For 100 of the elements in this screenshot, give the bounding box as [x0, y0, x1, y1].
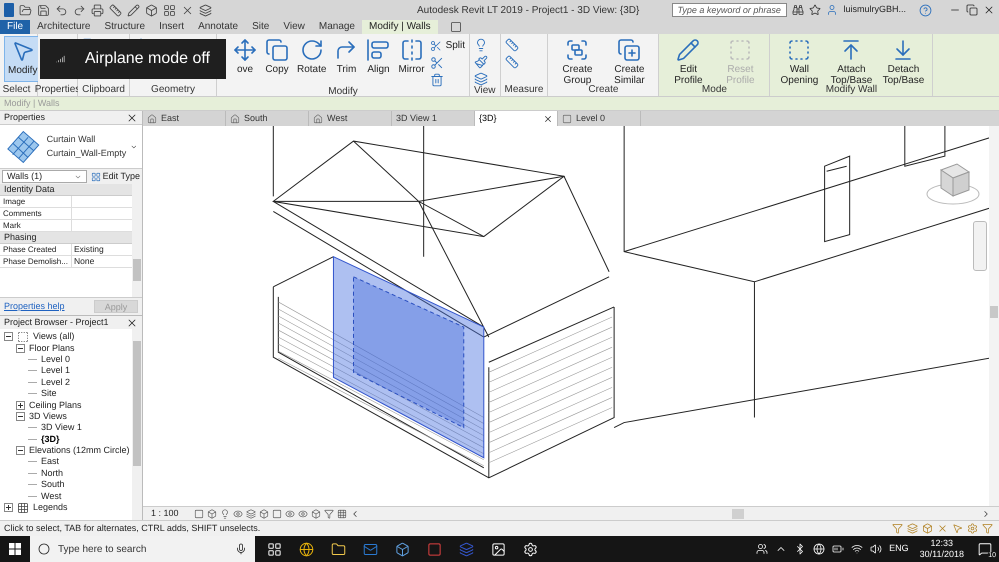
ribbon-tab[interactable]: Manage — [312, 20, 362, 34]
house-icon — [230, 114, 240, 124]
tree-item[interactable]: West — [41, 492, 62, 501]
collapse-icon[interactable] — [16, 446, 25, 456]
property-label: Phase Demolish... — [3, 256, 68, 268]
ribbon-tab[interactable]: File — [0, 20, 30, 34]
legend-icon — [17, 502, 29, 514]
ribbon-button[interactable]: Align — [363, 36, 394, 82]
ribbon-tab[interactable]: Modify | Walls — [362, 20, 438, 34]
view-scale[interactable]: 1 : 100 — [151, 506, 179, 520]
drag-icon — [967, 523, 978, 534]
ribbon-button[interactable]: Edit Profile — [663, 36, 714, 82]
ribbon-button[interactable]: Create Similar — [604, 36, 654, 82]
detail-level-icon — [194, 508, 204, 518]
ribbon-tab[interactable]: Annotate — [191, 20, 246, 34]
scrollbar[interactable] — [132, 184, 142, 297]
search-field[interactable]: Type a keyword or phrase — [672, 3, 788, 17]
properties-help-link[interactable]: Properties help — [4, 300, 65, 314]
panel-title: View — [474, 86, 496, 96]
tree-item[interactable]: 3D Views — [29, 412, 67, 421]
revit-logo-icon — [4, 3, 14, 17]
folder-icon — [331, 542, 346, 556]
redo-icon — [73, 4, 86, 16]
tree-item[interactable]: Level 2 — [41, 378, 70, 387]
tree-item[interactable]: Floor Plans — [29, 344, 75, 353]
panel-title: Modify Wall — [826, 84, 878, 94]
edit-type-button[interactable]: Edit Type — [90, 170, 140, 184]
collapse-icon[interactable] — [4, 332, 13, 342]
tree-item[interactable]: East — [41, 457, 60, 466]
views-icon — [17, 330, 29, 343]
collapse-icon[interactable] — [16, 344, 25, 353]
layers-icon — [474, 72, 488, 86]
collapse-icon[interactable] — [16, 412, 25, 421]
clock[interactable]: 12:33 30/11/2018 — [916, 538, 968, 560]
plan-icon — [562, 114, 572, 124]
ribbon-tab[interactable]: Insert — [152, 20, 192, 34]
dimension-icon — [504, 55, 519, 69]
thin-lines-icon — [163, 4, 176, 16]
reveal-icon — [298, 508, 308, 518]
undo-icon — [55, 4, 68, 16]
tree-item[interactable]: Site — [41, 389, 57, 398]
windows-logo-icon[interactable] — [9, 543, 21, 555]
split-button[interactable]: Split — [430, 38, 466, 53]
switch-windows-icon — [199, 4, 212, 16]
shadows-icon — [232, 508, 243, 518]
tree-item[interactable]: Views (all) — [33, 332, 74, 342]
property-label: Mark — [3, 220, 21, 232]
ribbon-tab[interactable]: Site — [245, 20, 276, 34]
tree-item[interactable]: 3D View 1 — [41, 423, 82, 432]
crop-view-icon — [258, 508, 269, 518]
language-indicator[interactable]: ENG — [889, 542, 909, 556]
tab-menu-icon — [450, 21, 462, 33]
property-label: Comments — [3, 208, 42, 220]
ribbon-button[interactable]: Copy — [262, 36, 292, 82]
split-icon — [430, 40, 442, 52]
panel-title: Geometry — [151, 84, 195, 94]
scissors-icon — [430, 56, 444, 70]
filter-icon — [982, 523, 993, 534]
taskbar-search-field[interactable]: Type here to search — [30, 536, 255, 562]
ribbon-tab[interactable]: Structure — [97, 20, 152, 34]
tree-item[interactable]: Elevations (12mm Circle) — [29, 446, 130, 456]
expand-icon[interactable] — [4, 503, 13, 512]
user-name[interactable]: luismulryGBH... — [843, 3, 906, 17]
scrollbar[interactable] — [989, 126, 999, 506]
tree-item[interactable]: Legends — [33, 503, 68, 512]
ribbon-button[interactable]: Mirror — [395, 36, 428, 82]
wall-opening-icon — [787, 38, 812, 62]
ribbon-tab[interactable]: Architecture — [30, 20, 98, 34]
help-icon — [919, 4, 932, 16]
panel-title: Properties — [34, 84, 80, 94]
type-name: Curtain Wall — [46, 133, 96, 146]
options-bar-label: Modify | Walls — [4, 96, 60, 110]
ribbon-button[interactable]: Rotate — [294, 36, 330, 82]
ribbon-tab[interactable]: View — [276, 20, 312, 34]
document-tab[interactable]: {3D} — [475, 111, 558, 126]
tree-item[interactable]: Ceiling Plans — [29, 400, 82, 410]
highlight-icon — [336, 508, 347, 518]
expand-icon[interactable] — [16, 400, 25, 410]
align-icon — [366, 38, 390, 62]
visual-style-icon — [206, 508, 217, 518]
ribbon-button[interactable]: Trim — [331, 36, 362, 82]
panel-title: Mode — [702, 84, 727, 94]
tree-item[interactable]: North — [41, 468, 64, 478]
tree-item[interactable]: {3D} — [41, 434, 60, 444]
copy-icon — [265, 38, 289, 62]
star-icon — [809, 4, 822, 16]
property-value[interactable]: Existing — [74, 243, 104, 256]
tree-item[interactable]: Level 0 — [41, 354, 70, 364]
restore-icon — [966, 4, 978, 16]
scrollbar[interactable] — [132, 329, 142, 520]
links-icon — [907, 523, 918, 534]
tree-item[interactable]: South — [41, 480, 65, 490]
type-detail: Curtain_Wall-Empty — [46, 146, 126, 160]
property-value[interactable]: None — [74, 255, 94, 268]
task-view-icon — [267, 542, 282, 556]
property-label: Phase Created — [3, 244, 56, 256]
settings-icon — [523, 542, 538, 556]
tree-item[interactable]: Level 1 — [41, 366, 70, 376]
filter-dropdown[interactable]: Walls (1) — [2, 170, 87, 183]
ruler-icon — [504, 38, 519, 52]
